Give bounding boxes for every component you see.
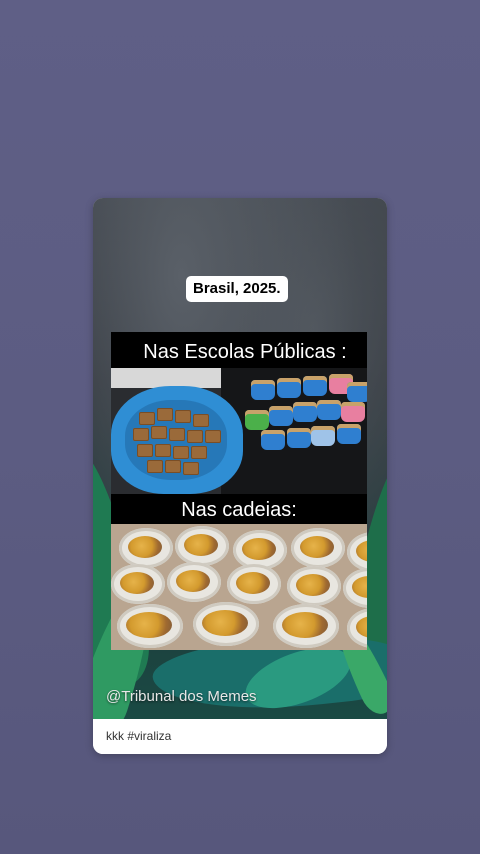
year-badge: Brasil, 2025. [186, 276, 288, 302]
post-card[interactable]: Brasil, 2025. Nas Escolas Públicas : Nas… [93, 198, 387, 754]
post-media[interactable]: Brasil, 2025. Nas Escolas Públicas : Nas… [93, 198, 387, 719]
meme-image: Nas Escolas Públicas : Nas cadeias: [111, 332, 367, 650]
prison-food-photo [111, 524, 367, 650]
basin [111, 386, 243, 494]
description-text: kkk #viraliza [106, 729, 172, 743]
caption-bottom: Nas cadeias: [181, 499, 297, 521]
caption-top: Nas Escolas Públicas : [143, 341, 347, 363]
watermark: @Tribunal dos Memes [106, 688, 257, 705]
school-food-photo [111, 368, 367, 494]
post-description[interactable]: kkk #viraliza [93, 719, 387, 754]
